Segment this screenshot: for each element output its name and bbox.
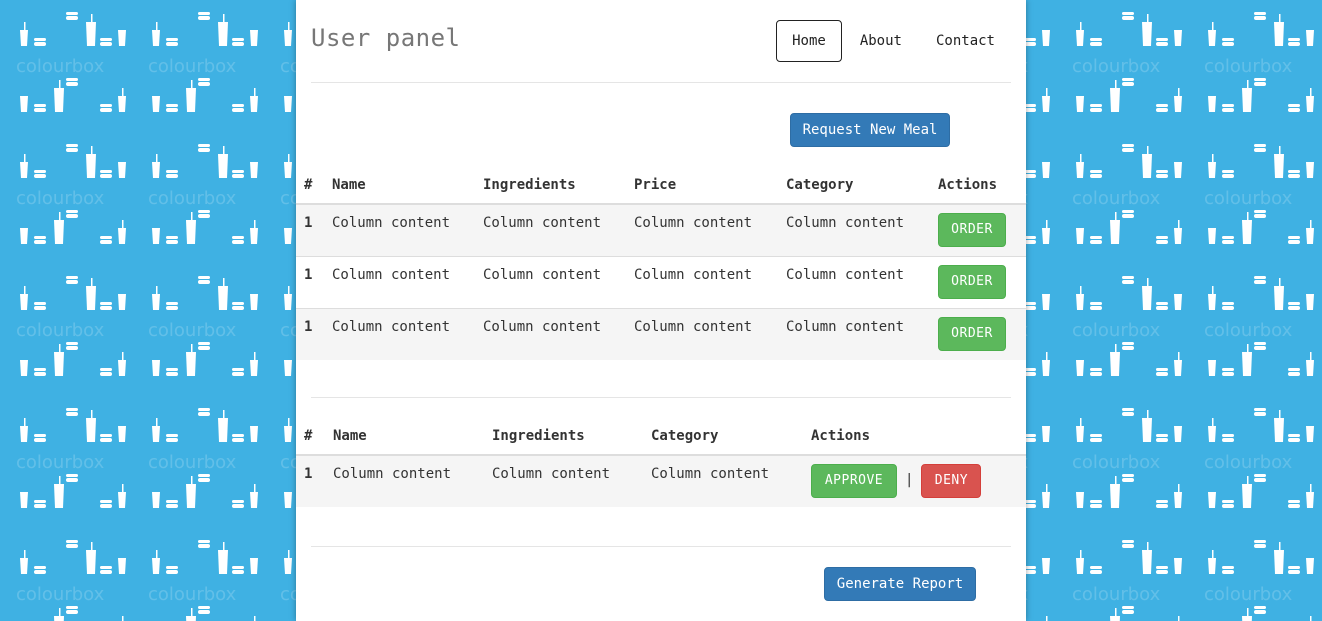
- column-header-name: Name: [324, 166, 475, 205]
- cell-num: 1: [296, 308, 324, 360]
- cell-category: Column content: [778, 256, 930, 309]
- cell-ingredients: Column content: [475, 256, 626, 309]
- column-header-num: #: [296, 166, 324, 205]
- column-header-actions: Actions: [930, 166, 1026, 205]
- nav-menu: Home About Contact: [774, 20, 1011, 62]
- column-header-ingredients: Ingredients: [484, 417, 643, 456]
- order-button[interactable]: ORDER: [938, 265, 1006, 299]
- cell-ingredients: Column content: [475, 308, 626, 360]
- column-header-category: Category: [643, 417, 803, 456]
- action-separator: |: [905, 472, 914, 488]
- section-divider: [311, 546, 1011, 547]
- cell-num: 1: [296, 203, 324, 257]
- column-header-name: Name: [325, 417, 484, 456]
- cell-num: 1: [296, 454, 325, 507]
- column-header-category: Category: [778, 166, 930, 205]
- column-header-price: Price: [626, 166, 778, 205]
- page-title: User panel: [311, 24, 461, 52]
- cell-name: Column content: [325, 454, 484, 507]
- table-row: 1 Column content Column content Column c…: [296, 256, 1026, 309]
- nav-contact[interactable]: Contact: [920, 20, 1011, 62]
- cell-price: Column content: [626, 256, 778, 309]
- generate-report-button[interactable]: Generate Report: [824, 567, 976, 601]
- cell-ingredients: Column content: [475, 203, 626, 257]
- cell-price: Column content: [626, 203, 778, 257]
- cell-num: 1: [296, 256, 324, 309]
- column-header-ingredients: Ingredients: [475, 166, 626, 205]
- table-row: 1 Column content Column content Column c…: [296, 203, 1026, 257]
- column-header-actions: Actions: [803, 417, 1026, 456]
- order-button[interactable]: ORDER: [938, 213, 1006, 247]
- cell-actions: APPROVE | DENY: [803, 454, 1026, 507]
- deny-button[interactable]: DENY: [921, 464, 982, 498]
- order-button[interactable]: ORDER: [938, 317, 1006, 351]
- requests-table: # Name Ingredients Category Actions 1 Co…: [296, 417, 1026, 507]
- section-divider: [311, 397, 1011, 398]
- table-header-row: # Name Ingredients Price Category Action…: [296, 166, 1026, 205]
- table-row: 1 Column content Column content Column c…: [296, 308, 1026, 360]
- meals-table: # Name Ingredients Price Category Action…: [296, 166, 1026, 360]
- cell-name: Column content: [324, 256, 475, 309]
- nav-about[interactable]: About: [844, 20, 918, 62]
- cell-category: Column content: [778, 308, 930, 360]
- cell-actions: ORDER: [930, 203, 1026, 257]
- header: User panel Home About Contact: [311, 0, 1011, 83]
- cell-price: Column content: [626, 308, 778, 360]
- request-new-meal-button[interactable]: Request New Meal: [790, 113, 950, 147]
- table-row: 1 Column content Column content Column c…: [296, 454, 1026, 507]
- column-header-num: #: [296, 417, 325, 456]
- cell-actions: ORDER: [930, 308, 1026, 360]
- table-header-row: # Name Ingredients Category Actions: [296, 417, 1026, 456]
- approve-button[interactable]: APPROVE: [811, 464, 897, 498]
- cell-name: Column content: [324, 308, 475, 360]
- user-panel: User panel Home About Contact Request Ne…: [296, 0, 1026, 621]
- nav-home[interactable]: Home: [776, 20, 842, 62]
- cell-category: Column content: [778, 203, 930, 257]
- cell-name: Column content: [324, 203, 475, 257]
- cell-ingredients: Column content: [484, 454, 643, 507]
- cell-actions: ORDER: [930, 256, 1026, 309]
- cell-category: Column content: [643, 454, 803, 507]
